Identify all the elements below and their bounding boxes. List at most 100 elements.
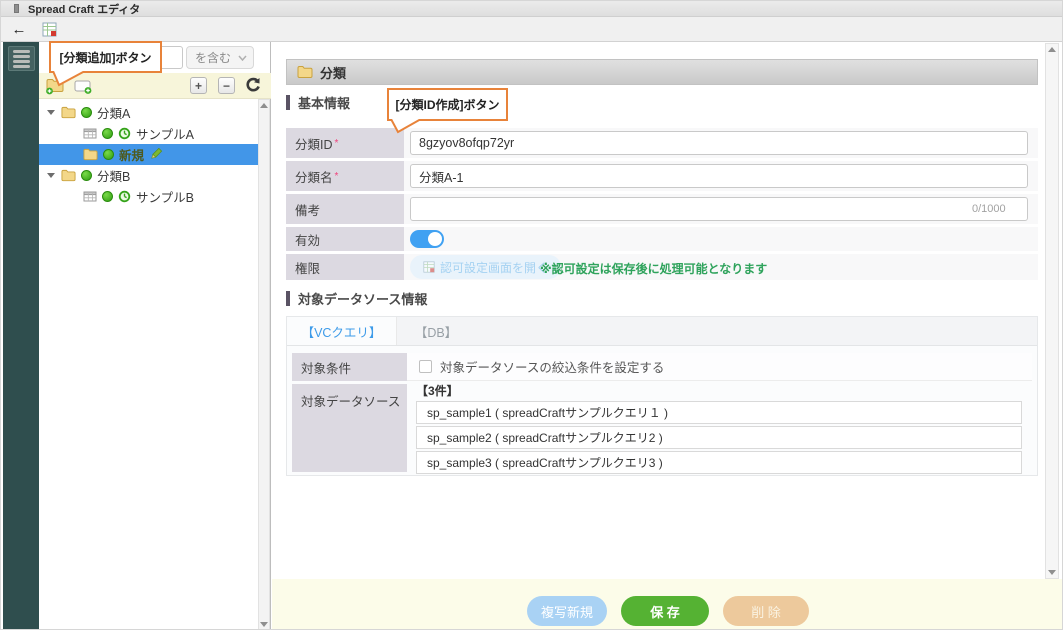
section-title: 基本情報 [298,93,350,112]
char-counter: 0/1000 [972,203,1006,215]
spreadsheet-icon[interactable] [42,22,57,37]
permission-note: ※認可設定は保存後に処理可能となります [540,260,767,277]
status-dot-icon [103,149,114,160]
match-select-value: を含む [195,49,231,66]
enabled-toggle[interactable] [410,230,444,248]
category-id-label-cell: 分類ID * [286,128,404,158]
refresh-icon [245,77,261,93]
tree-item-label: サンプルB [136,187,194,206]
pencil-icon [149,148,163,162]
datasource-item[interactable]: sp_sample2 ( spreadCraftサンプルクエリ2 ) [416,426,1022,449]
datasource-tab-block: 【VCクエリ】 【DB】 対象条件 対象データソースの絞込条件を設定する 対象デ… [286,316,1038,476]
datasource-item[interactable]: sp_sample3 ( spreadCraftサンプルクエリ3 ) [416,451,1022,474]
tree-item-label: サンプルA [136,124,194,143]
field-label: 権限 [295,258,320,277]
menu-button[interactable] [8,46,35,71]
page-title: 分類 [320,63,346,82]
permission-button-label: 認可設定画面を開く [440,259,548,276]
tree-item-new[interactable]: 新規 [39,144,258,165]
section-bar [286,95,290,110]
datasource-item[interactable]: sp_sample1 ( spreadCraftサンプルクエリ１ ) [416,401,1022,424]
main-scrollbar[interactable] [1045,43,1059,579]
collapse-all-button[interactable]: − [218,77,235,94]
annotation-create-id: [分類ID作成]ボタン [387,88,508,121]
page-header: 分類 [286,59,1038,85]
footer-bar: 複写新規 保 存 削 除 [272,579,1063,630]
chevron-down-icon [238,55,247,61]
tree-panel: を含む + − [39,42,271,630]
field-label: 対象条件 [301,358,351,377]
spreadsheet-icon [423,261,435,273]
scroll-down-icon[interactable] [260,622,268,627]
toolbar: ← [1,17,1063,42]
permission-label-cell: 権限 [286,254,404,280]
tree-item-label: 分類A [97,103,130,122]
tree-scrollbar[interactable] [258,99,270,630]
status-dot-icon [81,170,92,181]
field-label: 対象データソース [301,395,400,409]
category-id-input[interactable] [410,131,1028,155]
field-label: 備考 [295,200,320,219]
section-title: 対象データソース情報 [298,289,427,308]
annotation-add-category: [分類追加]ボタン [49,41,162,73]
caret-down-icon[interactable] [47,173,55,178]
match-select[interactable]: を含む [186,46,254,69]
field-label: 有効 [295,230,320,249]
required-mark: * [335,171,339,182]
open-authorization-button[interactable]: 認可設定画面を開く [410,255,561,279]
titlebar: Spread Craft エディタ [1,1,1063,17]
refresh-button[interactable] [245,77,261,93]
category-tree: 分類A サンプルA 新規 分類B [39,102,258,207]
folder-icon [83,148,98,161]
table-icon [83,191,97,202]
scroll-down-icon[interactable] [1048,570,1056,575]
tree-item-sample-a[interactable]: サンプルA [39,123,258,144]
expand-all-button[interactable]: + [190,77,207,94]
annotation-tail [389,119,423,134]
spread-craft-editor-window: Spread Craft エディタ ← を含む [0,0,1063,630]
category-name-label-cell: 分類名 * [286,161,404,191]
hamburger-icon [13,50,30,53]
folder-icon [61,169,76,182]
app-icon [14,4,19,13]
status-dot-icon [81,107,92,118]
caret-down-icon[interactable] [47,110,55,115]
category-name-input[interactable] [410,164,1028,188]
status-dot-icon [102,191,113,202]
tab-vc-query[interactable]: 【VCクエリ】 [287,317,397,345]
remarks-label-cell: 備考 [286,194,404,224]
datasource-label-cell: 対象データソース [292,384,407,472]
tree-item-label: 分類B [97,166,130,185]
condition-label-cell: 対象条件 [292,353,407,381]
status-dot-icon [102,128,113,139]
tree-item-label: 新規 [119,145,144,164]
field-label: 分類名 [295,167,333,186]
datasource-count: 【3件】 [416,384,1032,399]
scroll-up-icon[interactable] [1048,47,1056,52]
table-icon [83,128,97,139]
remarks-input[interactable] [410,197,1028,221]
tree-item-sample-b[interactable]: サンプルB [39,186,258,207]
folder-icon [61,106,76,119]
clock-icon [118,127,131,140]
enabled-label-cell: 有効 [286,227,404,251]
annotation-tail [51,71,87,87]
tab-db[interactable]: 【DB】 [397,317,475,345]
datasource-list: 【3件】 sp_sample1 ( spreadCraftサンプルクエリ１ ) … [407,384,1032,472]
folder-icon [297,65,313,79]
save-button[interactable]: 保 存 [621,596,709,626]
back-button[interactable]: ← [8,21,30,38]
field-label: 分類ID [295,134,333,153]
copy-new-button[interactable]: 複写新規 [527,596,607,626]
delete-button[interactable]: 削 除 [723,596,809,626]
condition-row: 対象データソースの絞込条件を設定する [407,353,1032,381]
basic-info-section-header: 基本情報 [286,93,350,112]
filter-condition-checkbox[interactable] [419,360,432,373]
clock-icon [118,190,131,203]
scroll-up-icon[interactable] [260,103,268,108]
tabs-row: 【VCクエリ】 【DB】 [287,317,1037,346]
left-sidebar [3,42,39,630]
enabled-field-strip [404,227,1038,251]
tree-item-category-a[interactable]: 分類A [39,102,258,123]
tree-item-category-b[interactable]: 分類B [39,165,258,186]
